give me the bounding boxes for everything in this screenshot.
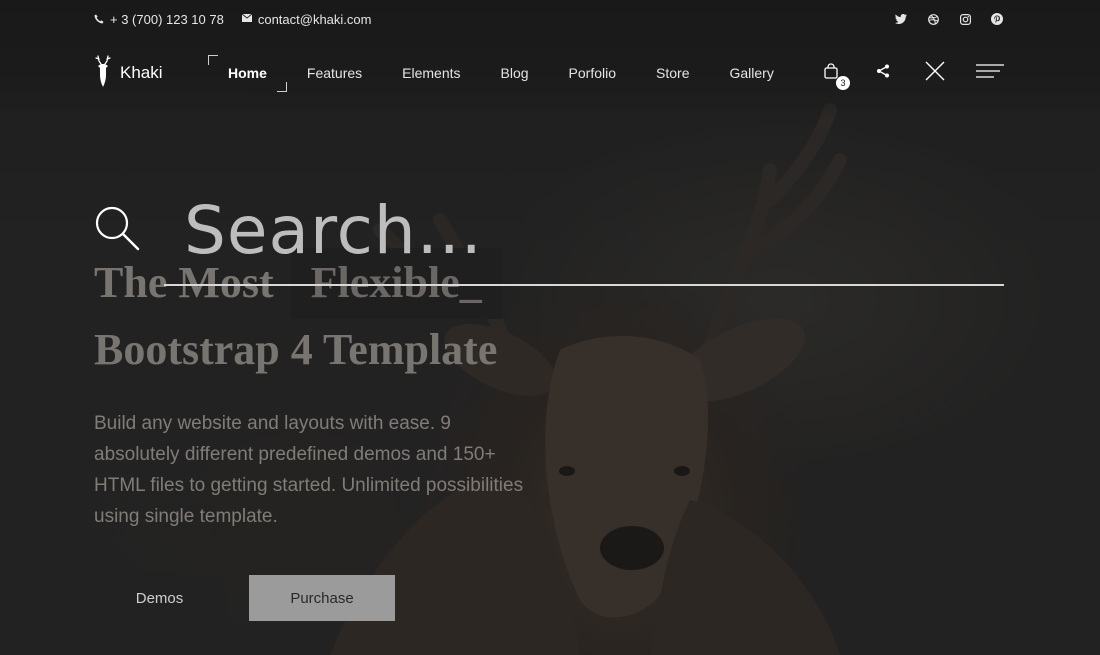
phone-link[interactable]: + 3 (700) 123 10 78 — [94, 12, 224, 27]
nav-actions: 3 — [820, 61, 1004, 90]
close-icon — [925, 61, 945, 86]
nav-item-features[interactable]: Features — [287, 55, 382, 91]
contact-info: + 3 (700) 123 10 78 contact@khaki.com — [94, 12, 371, 27]
share-icon — [876, 64, 890, 83]
pinterest-icon[interactable] — [990, 12, 1004, 26]
email-address: contact@khaki.com — [257, 11, 372, 27]
brand-name: Khaki — [120, 63, 163, 82]
nav-item-store[interactable]: Store — [636, 55, 709, 91]
email-link[interactable]: contact@khaki.com — [241, 11, 372, 27]
search-icon — [94, 205, 140, 251]
share-button[interactable] — [872, 62, 894, 84]
mail-icon — [241, 14, 252, 24]
demos-button[interactable]: Demos — [94, 575, 225, 621]
nav-item-home[interactable]: Home — [208, 55, 287, 92]
search-input[interactable] — [184, 195, 1004, 265]
brand-logo-link[interactable]: Khaki — [94, 54, 206, 92]
hamburger-icon — [976, 63, 1004, 83]
close-search-button[interactable] — [924, 61, 946, 86]
hero-title-line2: Bootstrap 4 Template — [94, 325, 498, 374]
dribbble-icon[interactable] — [926, 12, 940, 26]
nav-item-gallery[interactable]: Gallery — [709, 55, 793, 91]
search-underline — [164, 284, 1004, 286]
main-menu: Home Features Elements Blog Porfolio Sto… — [208, 55, 794, 92]
search-overlay — [94, 195, 1004, 290]
top-bar: + 3 (700) 123 10 78 contact@khaki.com — [94, 10, 1004, 28]
twitter-icon[interactable] — [894, 12, 908, 26]
cart-button[interactable]: 3 — [820, 62, 850, 90]
deer-icon — [94, 54, 112, 92]
cart-count-badge: 3 — [836, 76, 850, 90]
main-navbar: Khaki Home Features Elements Blog Porfol… — [94, 54, 1004, 92]
instagram-icon[interactable] — [958, 12, 972, 26]
phone-icon — [94, 14, 104, 24]
purchase-button[interactable]: Purchase — [249, 575, 395, 621]
nav-item-elements[interactable]: Elements — [382, 55, 480, 91]
social-links — [894, 12, 1004, 26]
menu-toggle-button[interactable] — [976, 62, 1004, 84]
nav-item-portfolio[interactable]: Porfolio — [549, 55, 636, 91]
hero-description: Build any website and layouts with ease.… — [94, 413, 524, 527]
nav-item-blog[interactable]: Blog — [481, 55, 549, 91]
phone-number: + 3 (700) 123 10 78 — [110, 11, 224, 27]
